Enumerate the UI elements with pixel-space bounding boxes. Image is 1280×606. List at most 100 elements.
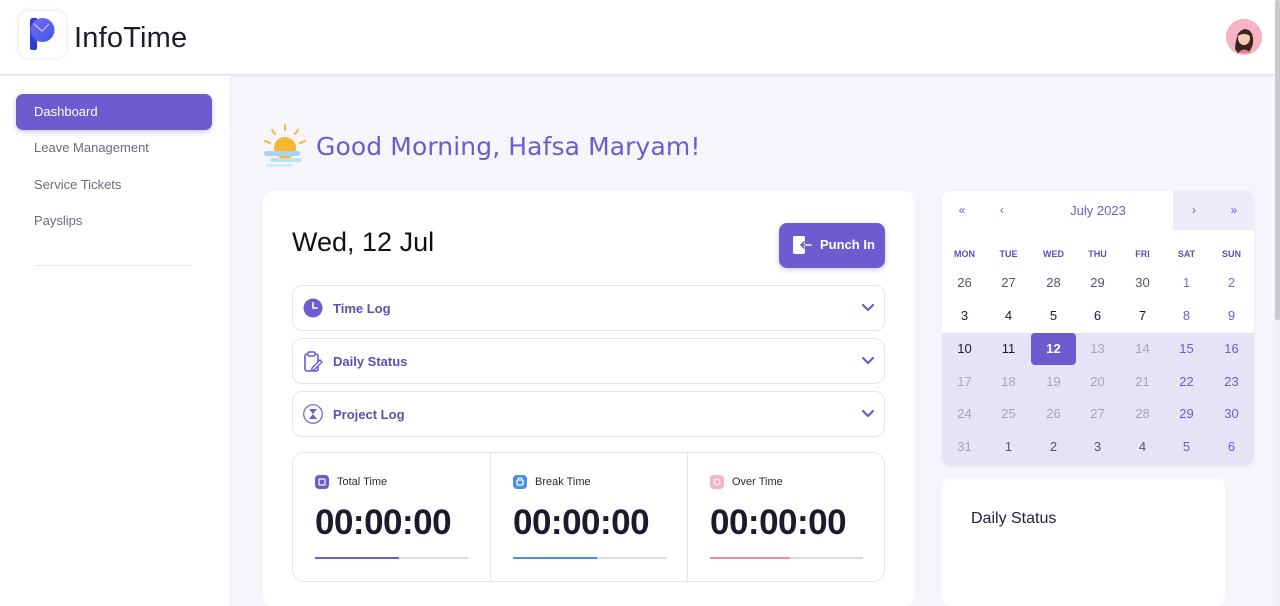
calendar-day[interactable]: 13 [1075,333,1120,365]
calendar-day[interactable]: 29 [1075,267,1120,299]
punch-in-button[interactable]: Punch In [779,223,885,268]
calendar-day[interactable]: 28 [1031,267,1076,299]
accordion-daily-status[interactable]: Daily Status [292,338,885,384]
progress-bar [710,557,863,559]
scrollbar-thumb[interactable] [1275,0,1280,320]
stat-break-time: Break Time 00:00:00 [490,453,687,581]
clock-icon [303,298,323,323]
calendar-day[interactable]: 14 [1120,333,1165,365]
calendar-day[interactable]: 30 [1120,267,1165,299]
punch-in-label: Punch In [820,237,875,252]
calendar-weekday: THU [1088,249,1107,259]
user-avatar[interactable] [1226,19,1262,55]
hourglass-icon [303,404,323,429]
calendar-day[interactable]: 3 [1075,431,1120,463]
break-time-icon [513,475,527,489]
calendar-day[interactable]: 27 [986,267,1031,299]
accordion-label: Project Log [333,407,405,422]
calendar-day[interactable]: 29 [1164,398,1209,430]
calendar-day[interactable]: 26 [1031,398,1076,430]
next-year-button[interactable]: » [1222,191,1246,230]
stat-value: 00:00:00 [315,503,452,542]
calendar-day[interactable]: 5 [1031,300,1076,332]
calendar-day[interactable]: 8 [1164,300,1209,332]
calendar-day[interactable]: 30 [1209,398,1254,430]
greeting-heading: Good Morning, Hafsa Maryam! [316,132,701,161]
stat-value: 00:00:00 [710,503,847,542]
stat-label: Break Time [535,476,591,488]
accordion-project-log[interactable]: Project Log [292,391,885,437]
sidebar-divider [35,265,192,266]
sidebar: Dashboard Leave Management Service Ticke… [0,76,231,606]
calendar-day[interactable]: 1 [1164,267,1209,299]
accordion-label: Daily Status [333,354,408,369]
calendar-weekday: SAT [1177,249,1196,259]
daily-status-title: Daily Status [971,510,1057,527]
stat-value: 00:00:00 [513,503,650,542]
current-date: Wed, 12 Jul [292,227,435,257]
top-header: InfoTime [0,0,1280,75]
calendar-day[interactable]: 5 [1164,431,1209,463]
progress-fill [315,557,400,559]
calendar-weekday: SUN [1221,249,1241,259]
accordion-time-log[interactable]: Time Log [292,285,885,331]
stat-label: Total Time [337,476,388,488]
stat-over-time: Over Time 00:00:00 [687,453,884,581]
over-time-icon [710,475,724,489]
calendar-day[interactable]: 15 [1164,333,1209,365]
progress-fill [710,557,790,559]
sidebar-item-leave-management[interactable]: Leave Management [16,130,212,166]
next-month-button[interactable]: › [1182,191,1206,230]
calendar-day[interactable]: 21 [1120,366,1165,398]
calendar-day[interactable]: 4 [1120,431,1165,463]
calendar-weekday: WED [1043,249,1064,259]
accordion-label: Time Log [333,301,391,316]
calendar-day[interactable]: 28 [1120,398,1165,430]
calendar-day[interactable]: 2 [1031,431,1076,463]
calendar-widget: « ‹ July 2023 › » MON TUE WED THU FRI SAT SUN 2… [942,191,1254,465]
calendar-day[interactable]: 16 [1209,333,1254,365]
calendar-day[interactable]: 4 [986,300,1031,332]
calendar-day[interactable]: 17 [942,366,987,398]
calendar-day[interactable]: 22 [1164,366,1209,398]
calendar-day[interactable]: 26 [942,267,987,299]
prev-year-button[interactable]: « [950,191,974,230]
calendar-day[interactable]: 31 [942,431,987,463]
calendar-day[interactable]: 6 [1075,300,1120,332]
chevron-down-icon [861,300,875,319]
prev-month-button[interactable]: ‹ [990,191,1014,230]
calendar-day[interactable]: 25 [986,398,1031,430]
calendar-day[interactable]: 24 [942,398,987,430]
avatar-image [1226,19,1262,55]
sun-icon [262,124,308,175]
sidebar-item-payslips[interactable]: Payslips [16,203,212,239]
calendar-day[interactable]: 11 [986,333,1031,365]
calendar-day[interactable]: 10 [942,333,987,365]
calendar-month-label[interactable]: July 2023 [1032,191,1164,230]
logo-icon [30,18,55,50]
total-time-icon [315,475,329,489]
sidebar-item-service-tickets[interactable]: Service Tickets [16,167,212,203]
calendar-day[interactable]: 18 [986,366,1031,398]
calendar-day[interactable]: 1 [986,431,1031,463]
calendar-day-selected[interactable]: 12 [1031,333,1076,365]
calendar-day[interactable]: 23 [1209,366,1254,398]
progress-bar [315,557,468,559]
app-logo[interactable] [19,11,66,58]
time-stats-panel: Total Time 00:00:00 Break Time 00:00:00 … [292,452,885,582]
calendar-day[interactable]: 6 [1209,431,1254,463]
calendar-day[interactable]: 19 [1031,366,1076,398]
calendar-weekday: MON [954,249,975,259]
calendar-day[interactable]: 9 [1209,300,1254,332]
calendar-day[interactable]: 7 [1120,300,1165,332]
calendar-day[interactable]: 27 [1075,398,1120,430]
page-scrollbar[interactable] [1275,0,1280,606]
stat-label: Over Time [732,476,783,488]
sidebar-item-dashboard[interactable]: Dashboard [16,94,212,130]
calendar-day[interactable]: 3 [942,300,987,332]
chevron-down-icon [861,353,875,372]
punch-in-icon [792,235,812,258]
calendar-day[interactable]: 2 [1209,267,1254,299]
calendar-day[interactable]: 20 [1075,366,1120,398]
stat-total-time: Total Time 00:00:00 [293,453,490,581]
